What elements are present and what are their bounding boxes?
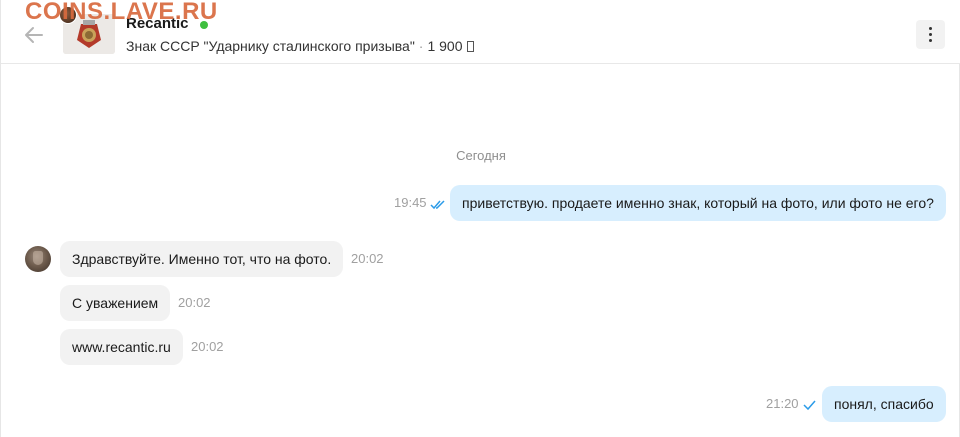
- arrow-left-icon: [25, 27, 43, 43]
- single-check-icon: [803, 400, 816, 411]
- message-time: 19:45: [394, 195, 427, 210]
- message-bubble-incoming[interactable]: Здравствуйте. Именно тот, что на фото.: [60, 241, 344, 277]
- message-time: 21:20: [766, 396, 799, 411]
- kebab-menu-icon: [929, 27, 932, 30]
- more-options-button[interactable]: [916, 20, 945, 49]
- date-separator: Сегодня: [456, 148, 506, 163]
- item-info[interactable]: Знак СССР "Ударнику сталинского призыва"…: [126, 38, 474, 54]
- item-price: 1 900: [427, 38, 463, 54]
- message-bubble-outgoing[interactable]: приветствую. продаете именно знак, котор…: [450, 185, 946, 221]
- message-bubble-incoming[interactable]: www.recantic.ru: [60, 329, 183, 365]
- back-button[interactable]: [23, 24, 45, 46]
- double-check-icon: [430, 200, 445, 210]
- message-bubble-incoming[interactable]: С уважением: [60, 285, 171, 321]
- peer-avatar[interactable]: [25, 246, 51, 272]
- message-time: 20:02: [351, 251, 384, 266]
- item-title: Знак СССР "Ударнику сталинского призыва": [126, 38, 415, 54]
- ruble-icon: [466, 41, 474, 52]
- message-time: 20:02: [191, 339, 224, 354]
- message-bubble-outgoing[interactable]: понял, спасибо: [822, 386, 946, 422]
- watermark-logo: COINS.LAVE.RU: [25, 0, 218, 25]
- chat-window: Recantic Знак СССР "Ударнику сталинского…: [0, 0, 960, 437]
- message-time: 20:02: [178, 295, 211, 310]
- item-separator: ·: [418, 38, 424, 54]
